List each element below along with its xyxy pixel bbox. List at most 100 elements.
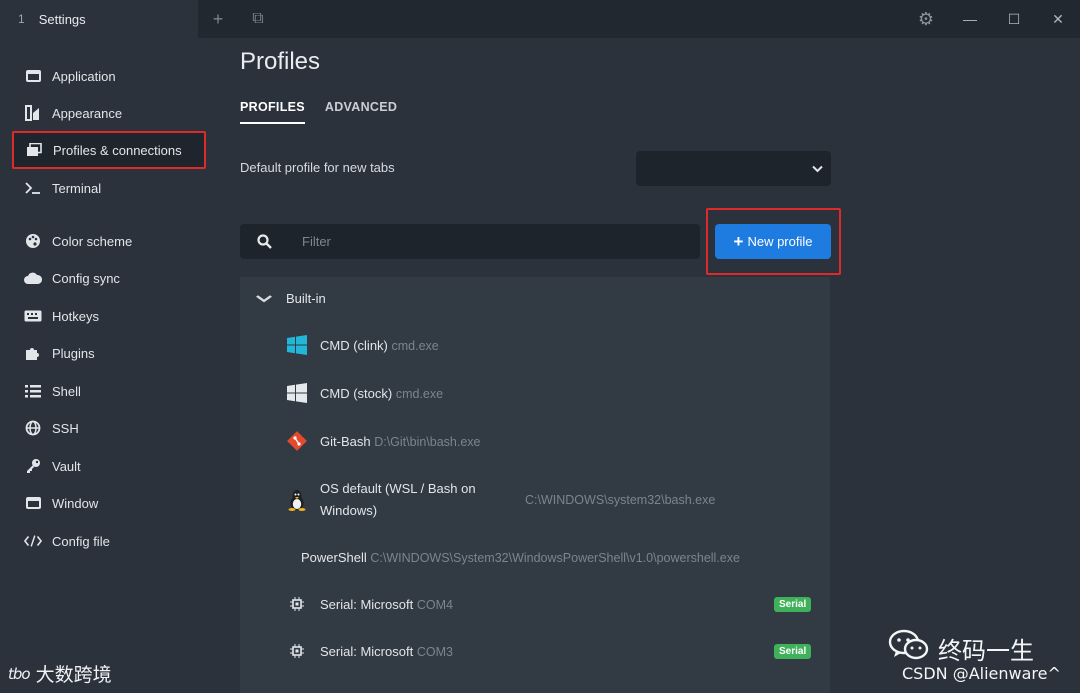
plus-icon: + <box>733 232 744 251</box>
profile-name: OS default (WSL / Bash on Windows) <box>320 481 476 518</box>
settings-sidebar: Application Appearance Profiles & connec… <box>0 38 218 693</box>
sidebar-item-ssh[interactable]: SSH <box>14 410 206 446</box>
profile-name: CMD (stock) <box>320 385 393 401</box>
windows-icon <box>286 382 308 404</box>
sidebar-item-label: Color scheme <box>52 233 133 249</box>
sidebar-item-hotkeys[interactable]: Hotkeys <box>14 298 206 334</box>
linux-icon <box>286 489 308 511</box>
profiles-icon <box>25 142 43 158</box>
chevron-down-icon <box>812 162 823 176</box>
sidebar-item-label: Config sync <box>52 270 120 286</box>
title-bar: 1 Settings + ⧉ ⚙ — ☐ ✕ <box>0 0 1080 38</box>
profile-command: D:\Git\bin\bash.exe <box>374 434 481 449</box>
sidebar-item-label: Window <box>52 495 99 511</box>
add-tab-button[interactable]: + <box>198 0 238 38</box>
new-profile-label: New profile <box>747 234 813 249</box>
watermark-brand-text: 终码一生 <box>938 636 1034 665</box>
tab-settings[interactable]: 1 Settings <box>0 0 198 38</box>
minimize-icon: — <box>963 11 977 27</box>
group-header-built-in[interactable]: Built-in <box>240 280 830 316</box>
profile-name: PowerShell <box>301 549 367 565</box>
profile-command: C:\WINDOWS\System32\WindowsPowerShell\v1… <box>370 550 740 565</box>
tab-profiles[interactable]: PROFILES <box>240 100 305 124</box>
chip-icon <box>286 593 308 615</box>
profile-command: COM4 <box>416 597 453 612</box>
globe-icon <box>24 420 42 436</box>
list-icon <box>24 383 42 399</box>
window-icon <box>24 495 42 511</box>
terminal-icon <box>24 180 42 196</box>
sidebar-item-label: Application <box>52 68 116 84</box>
sidebar-item-label: Config file <box>52 533 110 549</box>
windows-color-icon <box>286 334 308 356</box>
search-icon <box>240 234 288 249</box>
profile-command: cmd.exe <box>391 338 439 353</box>
palette-icon <box>24 233 42 249</box>
profiles-tabs: PROFILES ADVANCED <box>240 100 397 124</box>
serial-badge: Serial <box>774 596 812 612</box>
profile-name: CMD (clink) <box>320 337 388 353</box>
profile-name: Git-Bash <box>320 433 371 449</box>
sidebar-item-window[interactable]: Window <box>14 485 206 521</box>
sidebar-item-label: Hotkeys <box>52 308 99 324</box>
sidebar-item-shell[interactable]: Shell <box>14 373 206 409</box>
sidebar-item-vault[interactable]: Vault <box>14 448 206 484</box>
list-item[interactable]: CMD (clink) cmd.exe <box>240 333 830 357</box>
filter-input[interactable] <box>288 224 700 259</box>
appearance-icon <box>24 105 42 121</box>
new-profile-button[interactable]: + New profile <box>715 224 831 259</box>
chevron-down-icon <box>256 291 273 306</box>
profile-command: cmd.exe <box>395 386 444 401</box>
code-icon <box>24 533 42 549</box>
profile-name: Serial: Microsoft <box>320 643 414 659</box>
gear-icon: ⚙ <box>917 8 935 29</box>
puzzle-icon <box>24 345 42 361</box>
sidebar-item-profiles[interactable]: Profiles & connections <box>12 131 206 169</box>
sidebar-item-terminal[interactable]: Terminal <box>14 170 206 206</box>
sidebar-item-label: Profiles & connections <box>53 142 182 158</box>
copy-icon: ⧉ <box>252 10 264 27</box>
profile-name: Serial: Microsoft <box>320 596 414 612</box>
git-icon <box>286 430 308 452</box>
plus-icon: + <box>212 8 224 29</box>
tab-list-button[interactable]: ⧉ <box>238 0 278 38</box>
default-profile-select[interactable] <box>636 151 831 186</box>
keyboard-icon <box>24 308 42 324</box>
watermark-left: tbo 大数跨境 <box>8 660 112 687</box>
tab-advanced[interactable]: ADVANCED <box>325 100 397 124</box>
sidebar-item-config-file[interactable]: Config file <box>14 523 206 559</box>
list-item[interactable]: OS default (WSL / Bash on Windows) C:\WI… <box>240 478 830 522</box>
window-icon <box>24 68 42 84</box>
watermark-brand: 终码一生 <box>888 628 1034 668</box>
watermark-logo: tbo <box>8 664 31 683</box>
sidebar-item-plugins[interactable]: Plugins <box>14 335 206 371</box>
tab-index: 1 <box>18 12 25 26</box>
window-controls: ⚙ — ☐ ✕ <box>904 0 1080 38</box>
sidebar-item-label: Terminal <box>52 180 102 196</box>
filter-box <box>240 224 700 259</box>
cloud-icon <box>24 270 42 286</box>
list-item[interactable]: Serial: Microsoft COM3 Serial <box>240 639 830 663</box>
sidebar-item-color-scheme[interactable]: Color scheme <box>14 223 206 259</box>
profile-command: C:\WINDOWS\system32\bash.exe <box>525 493 716 507</box>
watermark-text: 大数跨境 <box>35 664 112 686</box>
minimize-button[interactable]: — <box>948 0 992 38</box>
serial-badge: Serial <box>774 643 812 659</box>
sidebar-item-label: SSH <box>52 420 79 436</box>
maximize-button[interactable]: ☐ <box>992 0 1036 38</box>
close-button[interactable]: ✕ <box>1036 0 1080 38</box>
sidebar-item-appearance[interactable]: Appearance <box>14 95 206 131</box>
sidebar-item-config-sync[interactable]: Config sync <box>14 260 206 296</box>
settings-button[interactable]: ⚙ <box>904 0 948 38</box>
maximize-icon: ☐ <box>1007 10 1021 27</box>
list-item[interactable]: Git-Bash D:\Git\bin\bash.exe <box>240 429 830 453</box>
watermark-csdn: CSDN @Alienware^ <box>902 664 1061 683</box>
group-label: Built-in <box>286 290 326 306</box>
list-item[interactable]: Serial: Microsoft COM4 Serial <box>240 592 830 616</box>
sidebar-item-label: Appearance <box>52 105 123 121</box>
default-profile-label: Default profile for new tabs <box>240 160 395 175</box>
list-item[interactable]: PowerShell C:\WINDOWS\System32\WindowsPo… <box>240 545 830 569</box>
key-icon <box>24 458 42 474</box>
list-item[interactable]: CMD (stock) cmd.exe <box>240 381 830 405</box>
sidebar-item-application[interactable]: Application <box>14 58 206 94</box>
